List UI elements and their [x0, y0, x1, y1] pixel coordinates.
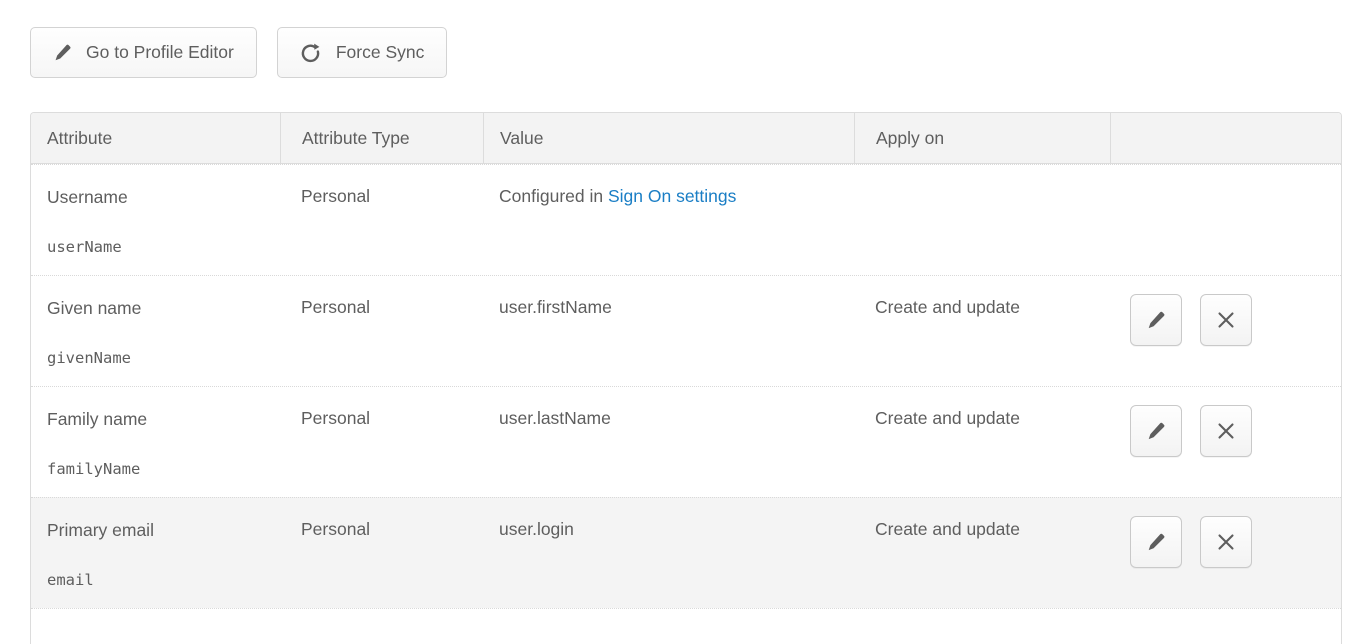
toolbar: Go to Profile Editor Force Sync — [30, 27, 447, 78]
table-row: Username userName Personal Configured in… — [31, 164, 1341, 275]
apply-on-cell: Create and update — [854, 276, 1110, 386]
column-header-value: Value — [483, 113, 854, 163]
close-icon — [1216, 310, 1236, 330]
edit-attribute-button[interactable] — [1130, 405, 1182, 457]
go-to-profile-editor-button[interactable]: Go to Profile Editor — [30, 27, 257, 78]
attribute-variable-name: userName — [47, 238, 264, 256]
apply-on-cell — [854, 165, 1110, 275]
apply-on-cell: Create and update — [854, 387, 1110, 497]
edit-attribute-button[interactable] — [1130, 294, 1182, 346]
attribute-label: Username — [47, 186, 264, 208]
value-cell: Configured in Sign On settings — [483, 165, 854, 275]
attribute-label: Given name — [47, 297, 264, 319]
delete-attribute-button[interactable] — [1200, 294, 1252, 346]
value-text: Configured in — [499, 186, 608, 206]
attribute-cell: Username userName — [31, 165, 280, 275]
actions-cell — [1110, 387, 1341, 497]
table-row: Given name givenName Personal user.first… — [31, 275, 1341, 386]
value-cell: user.login — [483, 498, 854, 608]
attribute-variable-name: givenName — [47, 349, 264, 367]
attribute-variable-name: email — [47, 571, 264, 589]
attribute-label: Primary email — [47, 519, 264, 541]
attribute-cell: Primary email email — [31, 498, 280, 608]
table-row: Primary email email Personal user.login … — [31, 497, 1341, 608]
column-header-actions — [1110, 113, 1341, 163]
attribute-cell: Given name givenName — [31, 276, 280, 386]
actions-cell — [1110, 276, 1341, 386]
refresh-icon — [300, 42, 322, 64]
pencil-icon — [1146, 310, 1166, 330]
table-row-partial — [31, 608, 1341, 644]
attribute-variable-name: familyName — [47, 460, 264, 478]
attribute-mappings-page: Go to Profile Editor Force Sync Attribut… — [0, 0, 1370, 644]
attribute-type-cell: Personal — [280, 498, 483, 608]
column-header-attribute-type: Attribute Type — [280, 113, 483, 163]
actions-cell — [1110, 498, 1341, 608]
attribute-type-cell: Personal — [280, 165, 483, 275]
pencil-icon — [1146, 532, 1166, 552]
button-label: Force Sync — [336, 42, 425, 63]
sign-on-settings-link[interactable]: Sign On settings — [608, 186, 736, 206]
force-sync-button[interactable]: Force Sync — [277, 27, 448, 78]
pencil-icon — [53, 43, 72, 62]
actions-cell — [1110, 165, 1341, 275]
table-row: Family name familyName Personal user.las… — [31, 386, 1341, 497]
attribute-mapping-table: Attribute Attribute Type Value Apply on … — [30, 112, 1342, 644]
attribute-cell: Family name familyName — [31, 387, 280, 497]
attribute-label: Family name — [47, 408, 264, 430]
button-label: Go to Profile Editor — [86, 42, 234, 63]
edit-attribute-button[interactable] — [1130, 516, 1182, 568]
value-cell: user.firstName — [483, 276, 854, 386]
attribute-type-cell: Personal — [280, 276, 483, 386]
delete-attribute-button[interactable] — [1200, 516, 1252, 568]
close-icon — [1216, 421, 1236, 441]
attribute-type-cell: Personal — [280, 387, 483, 497]
column-header-attribute: Attribute — [31, 113, 280, 163]
value-cell: user.lastName — [483, 387, 854, 497]
pencil-icon — [1146, 421, 1166, 441]
apply-on-cell: Create and update — [854, 498, 1110, 608]
table-header-row: Attribute Attribute Type Value Apply on — [31, 113, 1341, 164]
column-header-apply-on: Apply on — [854, 113, 1110, 163]
delete-attribute-button[interactable] — [1200, 405, 1252, 457]
close-icon — [1216, 532, 1236, 552]
